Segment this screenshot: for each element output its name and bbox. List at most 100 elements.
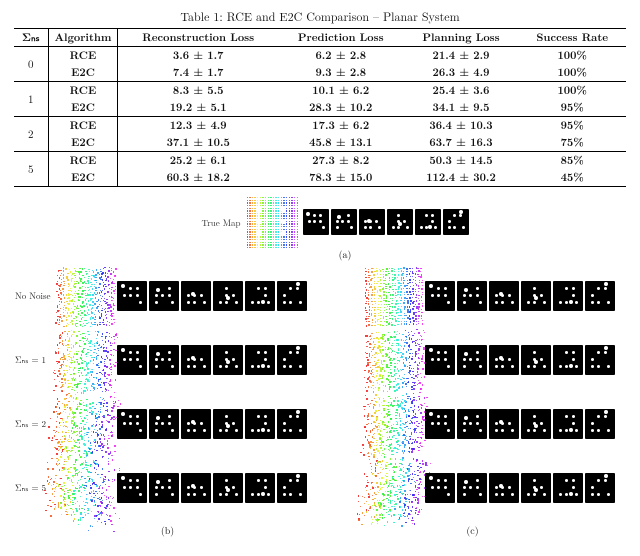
obs-sequence	[425, 409, 615, 439]
cell-succ: 45%	[518, 169, 626, 187]
sublabel-a: (a)	[65, 247, 625, 261]
figure-row-a: True Map	[45, 197, 625, 247]
figure-row	[323, 459, 625, 517]
obs-sequence	[117, 409, 307, 439]
sublabel-b: (b)	[15, 523, 320, 537]
obs-tile	[585, 345, 615, 375]
figure-row: Σₙₛ = 2	[15, 395, 317, 453]
obs-tile	[553, 345, 583, 375]
figure-row	[323, 267, 625, 325]
obs-tile	[521, 409, 551, 439]
col-sigma: Σₙₛ	[14, 29, 48, 47]
table-row: 5RCE25.2 ± 6.127.3 ± 8.250.3 ± 14.585%	[14, 152, 626, 170]
cell-plan: 25.4 ± 3.6	[404, 82, 519, 100]
sigma-cell: 2	[14, 117, 48, 152]
obs-tile	[117, 281, 147, 311]
obs-tile	[213, 409, 243, 439]
obs-tile	[331, 209, 357, 235]
cell-succ: 95%	[518, 99, 626, 117]
obs-tile	[181, 345, 211, 375]
obs-tile	[425, 345, 455, 375]
latent-map	[57, 396, 113, 452]
sigma-cell: 0	[14, 47, 48, 82]
figure-row	[323, 331, 625, 389]
cell-rec: 8.3 ± 5.5	[118, 82, 278, 100]
figure-col-b: No Noise Σₙₛ = 1 Σₙₛ = 2 Σₙₛ = 5	[15, 267, 317, 523]
cell-succ: 100%	[518, 64, 626, 82]
obs-tile	[117, 345, 147, 375]
obs-tile	[521, 345, 551, 375]
obs-tile	[585, 409, 615, 439]
obs-tile	[277, 409, 307, 439]
latent-map	[365, 460, 421, 516]
col-pred: Prediction Loss	[278, 29, 404, 47]
obs-tile	[521, 281, 551, 311]
obs-sequence	[425, 473, 615, 503]
obs-tile	[489, 281, 519, 311]
cell-succ: 95%	[518, 117, 626, 135]
obs-tile	[457, 473, 487, 503]
sigma-cell: 5	[14, 152, 48, 187]
cell-plan: 21.4 ± 2.9	[404, 47, 519, 65]
obs-tile	[415, 209, 441, 235]
obs-tile	[149, 409, 179, 439]
obs-tile	[117, 409, 147, 439]
obs-tile	[585, 473, 615, 503]
cell-pred: 28.3 ± 10.2	[278, 99, 404, 117]
row-label: Σₙₛ = 2	[15, 419, 53, 428]
obs-tile	[489, 409, 519, 439]
obs-tile	[181, 281, 211, 311]
obs-tile	[443, 209, 469, 235]
obs-tile	[277, 345, 307, 375]
obs-tile	[149, 345, 179, 375]
sigma-cell: 1	[14, 82, 48, 117]
cell-rec: 60.3 ± 18.2	[118, 169, 278, 187]
cell-plan: 112.4 ± 30.2	[404, 169, 519, 187]
figure-area: True Map (a) No Noise Σₙₛ = 1 Σₙₛ = 2 Σₙₛ =…	[15, 197, 625, 537]
latent-map	[57, 268, 113, 324]
table-row: E2C19.2 ± 5.128.3 ± 10.234.1 ± 9.595%	[14, 99, 626, 117]
cell-pred: 17.3 ± 6.2	[278, 117, 404, 135]
obs-tile	[359, 209, 385, 235]
cell-rec: 25.2 ± 6.1	[118, 152, 278, 170]
obs-tile	[425, 281, 455, 311]
cell-plan: 63.7 ± 16.3	[404, 134, 519, 152]
obs-sequence-a	[303, 209, 469, 235]
obs-tile	[277, 473, 307, 503]
row-label: Σₙₛ = 1	[15, 355, 53, 364]
figure-row: Σₙₛ = 1	[15, 331, 317, 389]
cell-alg: RCE	[48, 117, 118, 135]
obs-tile	[245, 409, 275, 439]
cell-alg: RCE	[48, 47, 118, 65]
obs-tile	[457, 345, 487, 375]
cell-rec: 3.6 ± 1.7	[118, 47, 278, 65]
obs-tile	[149, 281, 179, 311]
table-row: E2C37.1 ± 10.545.8 ± 13.163.7 ± 16.375%	[14, 134, 626, 152]
cell-pred: 45.8 ± 13.1	[278, 134, 404, 152]
cell-pred: 27.3 ± 8.2	[278, 152, 404, 170]
table-row: 2RCE12.3 ± 4.917.3 ± 6.236.4 ± 10.395%	[14, 117, 626, 135]
row-label: No Noise	[15, 291, 53, 300]
obs-sequence	[117, 473, 307, 503]
obs-sequence	[425, 281, 615, 311]
cell-rec: 19.2 ± 5.1	[118, 99, 278, 117]
obs-tile	[245, 473, 275, 503]
cell-pred: 10.1 ± 6.2	[278, 82, 404, 100]
obs-tile	[425, 473, 455, 503]
obs-tile	[213, 473, 243, 503]
obs-tile	[387, 209, 413, 235]
obs-tile	[489, 345, 519, 375]
table-row: 1RCE8.3 ± 5.510.1 ± 6.225.4 ± 3.6100%	[14, 82, 626, 100]
obs-tile	[213, 281, 243, 311]
obs-sequence	[117, 281, 307, 311]
cell-alg: E2C	[48, 169, 118, 187]
obs-tile	[553, 473, 583, 503]
figure-row: Σₙₛ = 5	[15, 459, 317, 517]
obs-tile	[277, 281, 307, 311]
obs-tile	[457, 409, 487, 439]
latent-map	[365, 332, 421, 388]
latent-map	[365, 268, 421, 324]
latent-map	[57, 460, 113, 516]
latent-map	[365, 396, 421, 452]
obs-tile	[245, 281, 275, 311]
